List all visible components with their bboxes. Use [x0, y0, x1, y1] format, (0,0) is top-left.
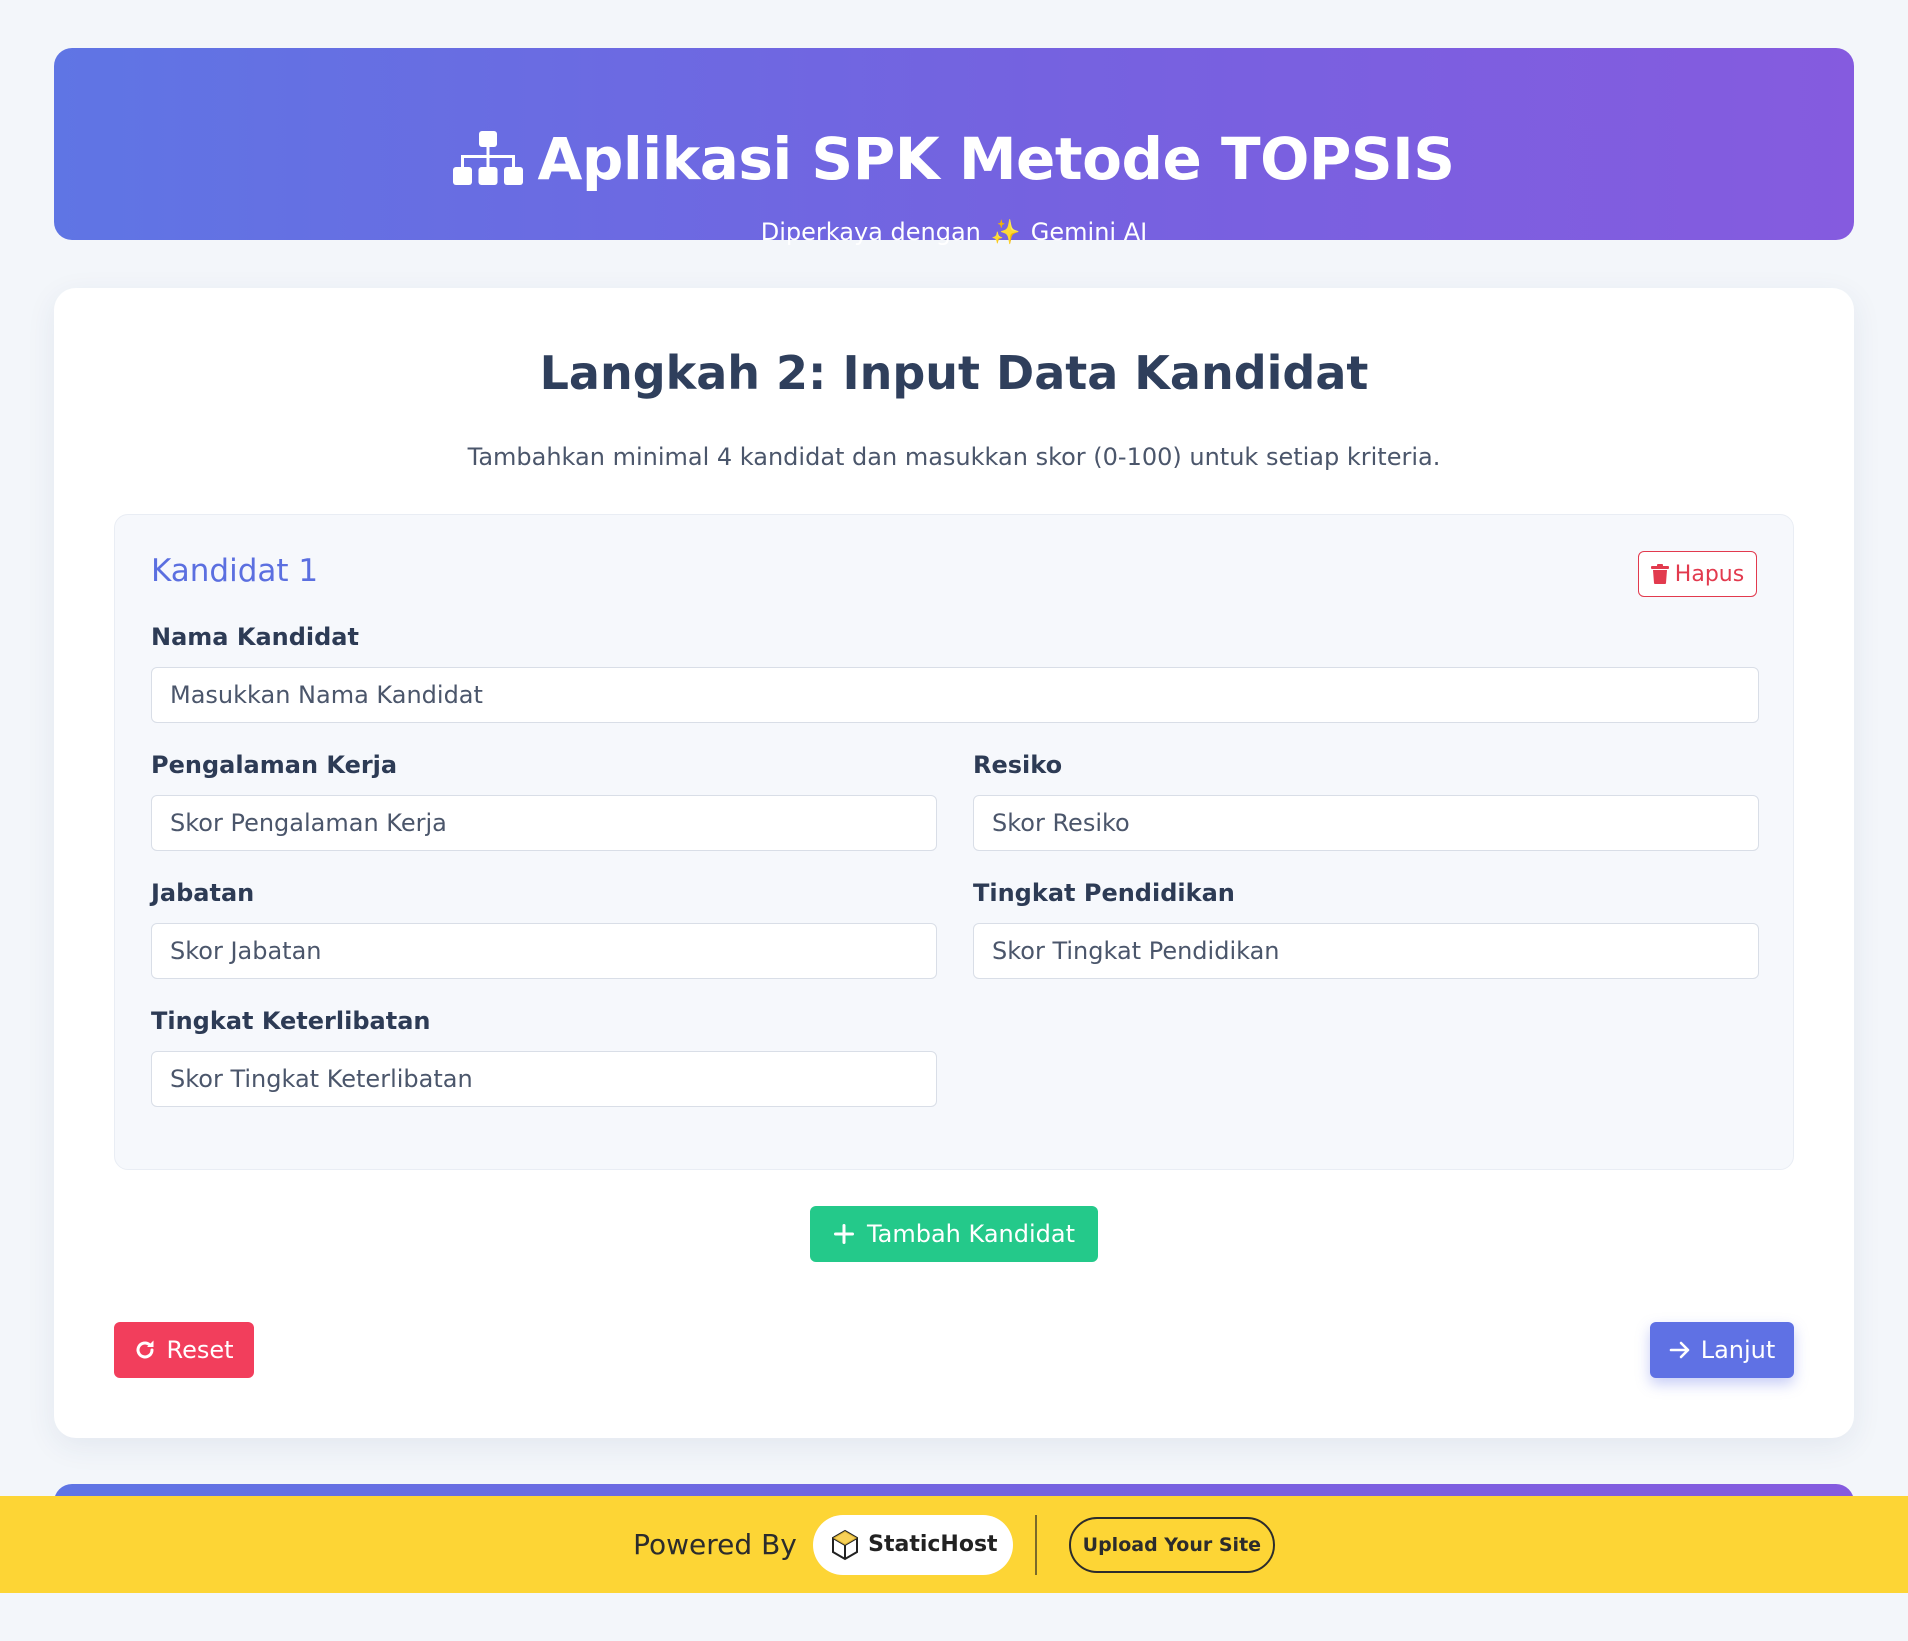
tingkat-pendidikan-label: Tingkat Pendidikan	[973, 879, 1235, 907]
pengalaman-kerja-label: Pengalaman Kerja	[151, 751, 398, 779]
step-title: Langkah 2: Input Data Kandidat	[539, 346, 1369, 400]
plus-icon	[833, 1224, 854, 1244]
jabatan-input[interactable]	[151, 923, 937, 979]
reset-button[interactable]: Reset	[114, 1322, 254, 1378]
step-description: Tambahkan minimal 4 kandidat dan masukka…	[467, 443, 1441, 471]
powered-by-banner: Powered By StaticHost Upload Your Site	[0, 1496, 1908, 1593]
sitemap-icon	[453, 131, 524, 185]
cube-icon	[832, 1529, 859, 1560]
subtitle-suffix: Gemini AI	[1030, 218, 1148, 246]
arrow-right-icon	[1669, 1341, 1690, 1359]
nama-kandidat-label: Nama Kandidat	[151, 623, 359, 651]
next-label: Lanjut	[1700, 1336, 1776, 1364]
subtitle-prefix: Diperkaya dengan	[760, 218, 981, 246]
resiko-label: Resiko	[973, 751, 1063, 779]
trash-icon	[1650, 564, 1669, 584]
banner-divider	[1034, 1514, 1037, 1575]
tingkat-pendidikan-input[interactable]	[973, 923, 1759, 979]
nama-kandidat-input[interactable]	[151, 667, 1759, 723]
app-header: Aplikasi SPK Metode TOPSIS Diperkaya den…	[54, 48, 1854, 246]
resiko-input[interactable]	[973, 795, 1759, 851]
kandidat-card: Kandidat 1 Hapus Nama Kandidat Pengalama…	[114, 514, 1794, 1170]
delete-kandidat-label: Hapus	[1674, 561, 1745, 587]
main-card: Langkah 2: Input Data Kandidat Tambahkan…	[54, 288, 1854, 1438]
add-kandidat-button[interactable]: Tambah Kandidat	[810, 1206, 1098, 1262]
add-kandidat-label: Tambah Kandidat	[866, 1220, 1076, 1248]
powered-by-text: Powered By	[633, 1528, 797, 1561]
app-title-text: Aplikasi SPK Metode TOPSIS	[537, 125, 1455, 193]
jabatan-label: Jabatan	[151, 879, 255, 907]
redo-icon	[137, 1340, 154, 1359]
statichost-link[interactable]: StaticHost	[812, 1514, 1013, 1575]
statichost-brand: StaticHost	[868, 1532, 998, 1557]
page: Aplikasi SPK Metode TOPSIS Diperkaya den…	[0, 0, 1908, 1641]
pengalaman-kerja-input[interactable]	[151, 795, 937, 851]
kandidat-title: Kandidat 1	[151, 553, 319, 589]
tingkat-keterlibatan-label: Tingkat Keterlibatan	[151, 1007, 431, 1035]
app-subtitle: Diperkaya dengan ✨ Gemini AI	[54, 218, 1854, 246]
tingkat-keterlibatan-input[interactable]	[151, 1051, 937, 1107]
next-button[interactable]: Lanjut	[1650, 1322, 1794, 1378]
app-title: Aplikasi SPK Metode TOPSIS	[54, 130, 1854, 188]
upload-your-site-button[interactable]: Upload Your Site	[1068, 1516, 1275, 1573]
delete-kandidat-button[interactable]: Hapus	[1638, 551, 1757, 597]
sparkle-icon: ✨	[990, 218, 1021, 246]
reset-label: Reset	[166, 1336, 234, 1364]
